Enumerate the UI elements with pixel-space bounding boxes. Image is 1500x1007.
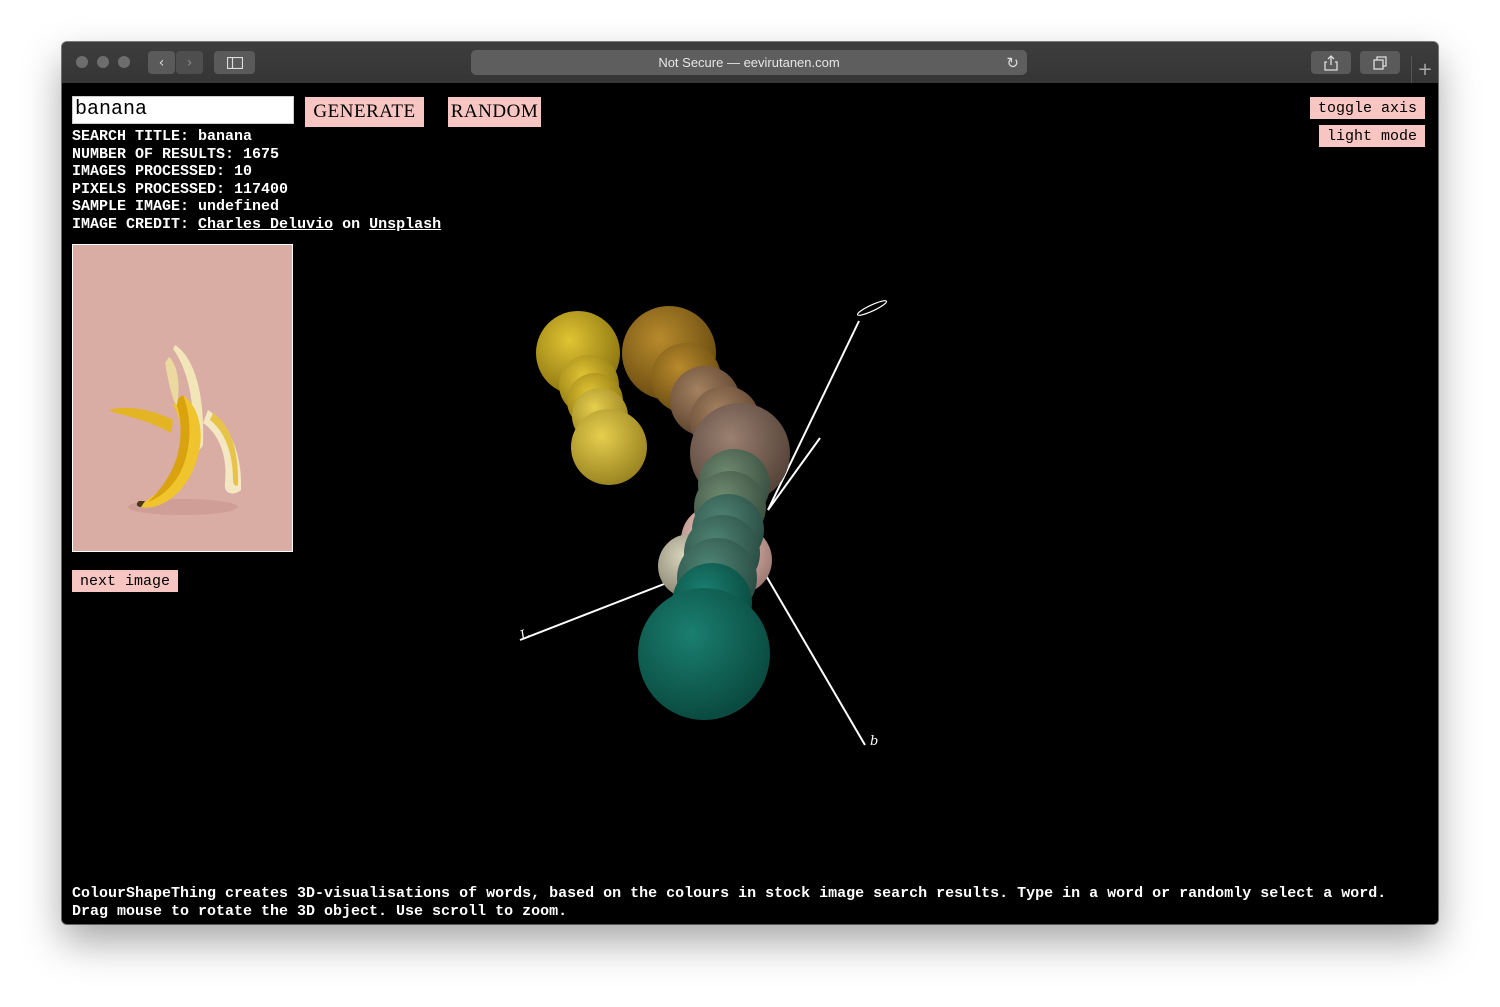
next-image-button[interactable]: next image — [72, 570, 178, 592]
footer-line-2: Drag mouse to rotate the 3D object. Use … — [72, 902, 568, 920]
credit-source-link[interactable]: Unsplash — [369, 216, 441, 233]
footer-line-1: ColourShapeThing creates 3D-visualisatio… — [72, 885, 1387, 902]
tabs-icon — [1373, 55, 1387, 70]
browser-toolbar: ‹ › Not Secure — eevirutanen.com ↻ + — [62, 42, 1438, 84]
chevron-right-icon: › — [186, 54, 193, 71]
close-window-icon[interactable] — [76, 56, 88, 68]
pixels-value: 117400 — [234, 180, 289, 198]
address-bar[interactable]: Not Secure — eevirutanen.com ↻ — [471, 50, 1027, 75]
tabs-button[interactable] — [1360, 51, 1400, 74]
chevron-left-icon: ‹ — [158, 54, 165, 71]
zoom-window-icon[interactable] — [118, 56, 130, 68]
results-row: NUMBER OF RESULTS: 1675 — [72, 146, 441, 164]
credit-label: IMAGE CREDIT: — [72, 215, 190, 233]
axis-line-a — [767, 320, 860, 511]
search-title-row: SEARCH TITLE: banana — [72, 128, 441, 146]
images-row: IMAGES PROCESSED: 10 — [72, 163, 441, 181]
banana-image — [73, 245, 292, 551]
browser-window: ‹ › Not Secure — eevirutanen.com ↻ + b L… — [62, 42, 1438, 924]
back-button[interactable]: ‹ — [148, 51, 175, 74]
search-title-value: banana — [198, 128, 253, 145]
search-info: SEARCH TITLE: banana NUMBER OF RESULTS: … — [72, 128, 441, 234]
generate-button[interactable]: GENERATE — [305, 97, 424, 127]
reload-icon[interactable]: ↻ — [1006, 54, 1019, 72]
light-mode-button[interactable]: light mode — [1319, 125, 1425, 147]
search-input[interactable]: banana — [72, 96, 294, 124]
search-title-label: SEARCH TITLE: — [72, 128, 190, 145]
address-text: Not Secure — eevirutanen.com — [658, 55, 840, 70]
sidebar-icon — [226, 56, 243, 69]
axis-line-b — [760, 566, 866, 746]
share-button[interactable] — [1311, 51, 1351, 74]
axis-label-l: L — [517, 627, 531, 644]
plus-icon: + — [1417, 59, 1433, 80]
random-button[interactable]: RANDOM — [448, 97, 541, 127]
results-value: 1675 — [243, 145, 280, 163]
credit-on-text: on — [342, 215, 361, 233]
sample-image — [72, 244, 293, 552]
credit-author-link[interactable]: Charles Deluvio — [198, 216, 333, 233]
color-sphere — [571, 409, 647, 485]
minimize-window-icon[interactable] — [97, 56, 109, 68]
sample-value: undefined — [198, 198, 280, 216]
sample-label: SAMPLE IMAGE: — [72, 198, 190, 216]
sidebar-button[interactable] — [214, 51, 255, 74]
forward-button[interactable]: › — [176, 51, 203, 74]
pixels-row: PIXELS PROCESSED: 117400 — [72, 181, 441, 199]
toggle-axis-button[interactable]: toggle axis — [1310, 97, 1425, 119]
axis-end-a — [856, 300, 888, 316]
results-label: NUMBER OF RESULTS: — [72, 145, 235, 163]
images-label: IMAGES PROCESSED: — [72, 163, 226, 181]
share-icon — [1324, 54, 1338, 71]
color-sphere — [638, 588, 770, 720]
footer-description: ColourShapeThing creates 3D-visualisatio… — [72, 885, 1386, 920]
pixels-label: PIXELS PROCESSED: — [72, 180, 226, 198]
axis-label-b: b — [870, 734, 878, 749]
new-tab-button[interactable]: + — [1411, 56, 1438, 83]
sample-row: SAMPLE IMAGE: undefined — [72, 198, 441, 216]
images-value: 10 — [234, 163, 253, 181]
credit-row: IMAGE CREDIT: Charles Deluvio on Unsplas… — [72, 216, 441, 234]
page-content: b L banana GENERATE RANDOM toggle axis l… — [62, 83, 1438, 924]
